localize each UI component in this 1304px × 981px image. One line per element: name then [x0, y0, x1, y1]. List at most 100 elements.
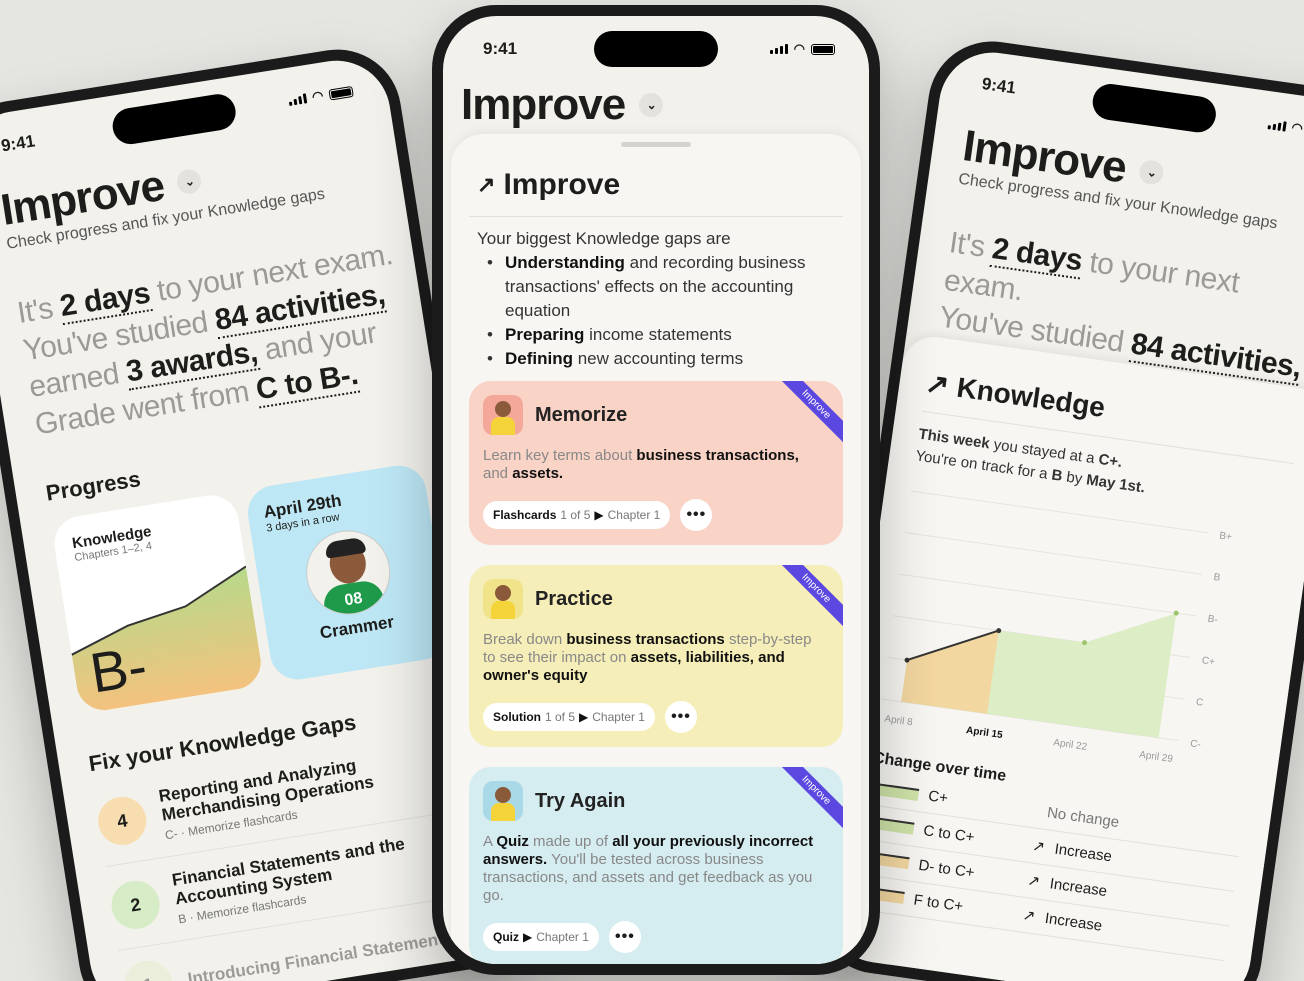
gaps-intro: Your biggest Knowledge gaps are [477, 229, 731, 248]
row-change: No change [1046, 804, 1121, 832]
gap-number: 4 [94, 793, 150, 849]
y-tick-label: C+ [1201, 655, 1216, 668]
status-time: 9:41 [0, 131, 37, 156]
card-title: Practice [535, 587, 613, 610]
gap-bullet-text: income statements [584, 325, 732, 344]
activity-pill[interactable]: Flashcards 1 of 5 ▶ Chapter 1 [483, 501, 671, 529]
hero-text: It's 2 days to your next exam. You've st… [15, 236, 414, 444]
character-avatar [483, 579, 523, 619]
crammer-avatar: 08 [300, 524, 397, 621]
row-change: Increase [1043, 909, 1104, 935]
row-label: F to C+ [912, 890, 965, 915]
pill-chapter: Chapter 1 [592, 710, 645, 724]
x-tick-label: April 29 [1138, 749, 1174, 765]
y-tick-label: B- [1207, 614, 1218, 626]
signal-icon [288, 93, 307, 107]
more-options-button[interactable]: ••• [664, 701, 697, 733]
pill-chapter: Chapter 1 [536, 930, 589, 944]
signal-icon [1267, 119, 1287, 132]
signal-icon [769, 44, 788, 54]
desc-text: and [483, 465, 513, 482]
pill-type: Quiz [493, 930, 519, 944]
row-label: C+ [927, 787, 949, 808]
card-memorize[interactable]: Improve Memorize Learn key terms about b… [469, 381, 843, 545]
card-title: Memorize [535, 403, 628, 426]
pill-type: Solution [493, 710, 541, 724]
battery-icon [328, 85, 354, 101]
knowledge-title-text: Knowledge [954, 371, 1108, 423]
page-title: Improve ⌄ [461, 80, 664, 130]
status-icons: ◠ [769, 41, 835, 57]
y-tick-label: B+ [1219, 530, 1233, 543]
gap-bullet: Defining new accounting terms [477, 347, 835, 371]
gap-number: 2 [108, 877, 164, 933]
y-tick-label: C [1195, 697, 1204, 709]
card-try-again[interactable]: Improve Try Again A Quiz made up of all … [469, 767, 843, 964]
status-icons: ◠ [1267, 116, 1304, 141]
hero-part: It's [947, 226, 995, 265]
pill-count: 1 of 5 [545, 710, 576, 724]
status-bar: 9:41 ◠ [483, 38, 835, 60]
desc-bold: business transactions [566, 631, 725, 648]
status-time: 9:41 [980, 74, 1018, 98]
more-options-button[interactable]: ••• [608, 921, 641, 953]
page-title-text: Improve [461, 80, 626, 129]
summary-date: May 1st. [1085, 471, 1147, 497]
chevron-down-icon[interactable]: ⌄ [1137, 158, 1166, 186]
x-tick-label: April 15 [965, 725, 1003, 741]
row-label: C to C+ [922, 821, 976, 846]
gaps-bullet-list: Understanding and recording business tra… [469, 249, 843, 381]
grid-line [898, 573, 1197, 617]
pill-count: 1 of 5 [560, 508, 591, 522]
knowledge-chart: B+ B B- C+ C C- April 8 April 15 April 22 April 2… [881, 490, 1233, 765]
chevron-down-icon[interactable]: ⌄ [639, 93, 664, 117]
knowledge-grade: B- [85, 633, 152, 705]
phone-center: 9:41 ◠ Improve ⌄ ↗ Improve Your biggest … [432, 5, 880, 975]
trend-up-icon: ↗ [923, 367, 952, 402]
wifi-icon: ◠ [310, 87, 325, 105]
arrow-icon: ↗ [1031, 837, 1047, 857]
activity-pill[interactable]: Quiz ▶ Chapter 1 [483, 923, 599, 951]
desc-text: A [483, 833, 497, 850]
wifi-icon: ◠ [1290, 119, 1304, 136]
arrow-icon: ↗ [1021, 906, 1037, 926]
pill-chapter: Chapter 1 [607, 508, 661, 522]
gap-title: Introducing Financial Statements [186, 927, 455, 981]
chevron-down-icon[interactable]: ⌄ [175, 167, 203, 196]
gap-bullet-bold: Defining [505, 349, 573, 368]
card-practice[interactable]: Improve Practice Break down business tra… [469, 565, 843, 747]
knowledge-mini-chart [71, 565, 265, 715]
play-icon: ▶ [594, 508, 604, 522]
desc-bold: business transactions, [636, 447, 799, 464]
sheet-grabber[interactable] [621, 142, 691, 147]
sheet-title: ↗ Improve [469, 168, 843, 217]
desc-text: made up of [528, 833, 613, 850]
character-avatar [483, 781, 523, 821]
gap-bullet-text: new accounting terms [573, 349, 744, 368]
gap-grade: B [177, 911, 188, 927]
card-description: A Quiz made up of all your previously in… [483, 833, 827, 905]
play-icon: ▶ [579, 710, 589, 724]
battery-icon [811, 43, 835, 55]
row-change: Increase [1053, 840, 1114, 865]
past-area [901, 630, 999, 714]
row-label: D- to C+ [917, 856, 976, 881]
arrow-icon: ↗ [1026, 872, 1042, 891]
y-tick-label: C- [1189, 738, 1201, 750]
desc-bold: Quiz [496, 833, 529, 850]
gap-number: 1 [120, 957, 176, 981]
pill-type: Flashcards [493, 508, 557, 522]
status-time: 9:41 [483, 39, 518, 58]
gap-bullet-bold: Preparing [505, 325, 585, 344]
screen-right: 9:41 ◠ Improve ⌄ Check progress and fix … [819, 45, 1304, 981]
desc-bold: assets. [512, 465, 564, 482]
summary-grade: C+. [1097, 450, 1124, 472]
streak-tile[interactable]: April 29th 3 days in a row 08 Crammer [243, 461, 453, 684]
trend-up-icon: ↗ [477, 172, 496, 197]
card-description: Break down business transactions step-by… [483, 631, 827, 685]
more-options-button[interactable]: ••• [680, 499, 713, 531]
row-change: Increase [1048, 874, 1109, 900]
activity-pill[interactable]: Solution 1 of 5 ▶ Chapter 1 [483, 703, 655, 731]
character-avatar [483, 395, 523, 435]
knowledge-tile[interactable]: Knowledge Chapters 1–2, 4 B- [50, 491, 265, 715]
